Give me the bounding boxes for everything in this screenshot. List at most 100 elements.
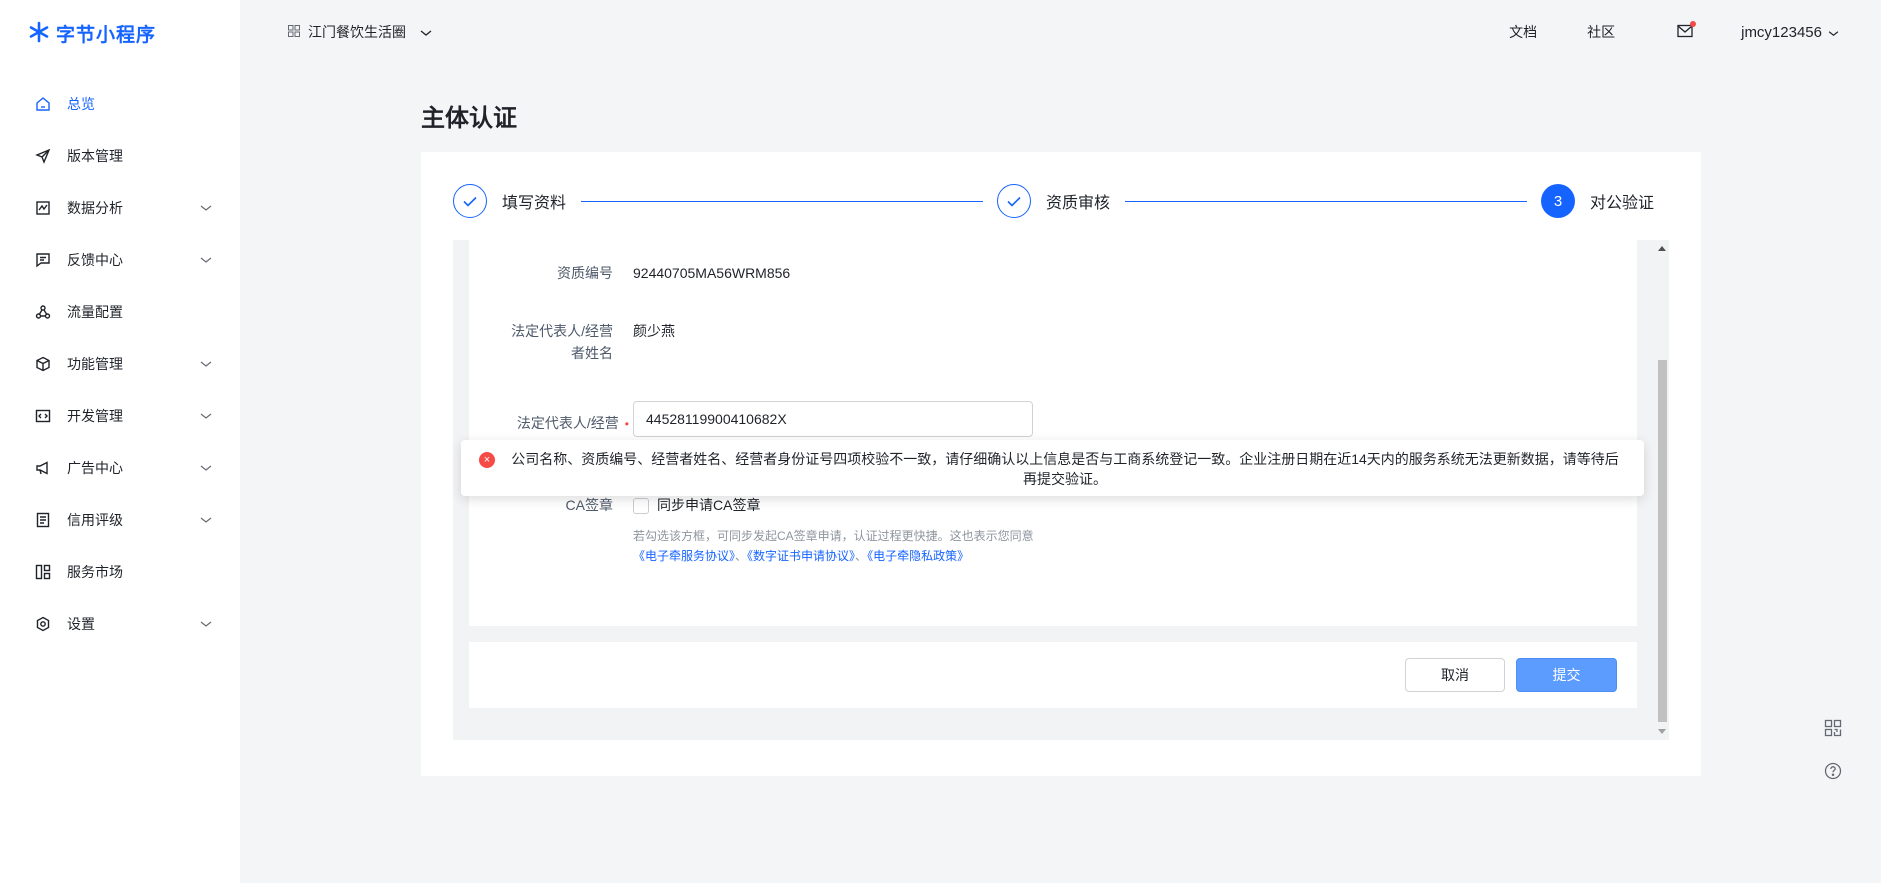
error-message: 公司名称、资质编号、经营者姓名、经营者身份证号四项校验不一致，请仔细确认以上信息…	[511, 451, 1619, 487]
sidebar-item-label: 反馈中心	[67, 252, 123, 268]
community-link[interactable]: 社区	[1587, 22, 1615, 42]
qrcode-icon[interactable]	[1818, 713, 1848, 743]
scroll-down-arrow[interactable]	[1658, 729, 1666, 734]
sidebar-item-settings[interactable]: 设置	[0, 598, 240, 650]
logo[interactable]: 字节小程序	[28, 20, 156, 47]
docs-link[interactable]: 文档	[1509, 22, 1537, 42]
action-panel: 取消 提交	[469, 642, 1637, 708]
field-label: 资质编号	[557, 265, 613, 281]
sidebar-item-overview[interactable]: 总览	[0, 78, 240, 130]
document-icon	[34, 511, 52, 529]
help-icon[interactable]	[1818, 756, 1848, 786]
form-panel: 资质编号 92440705MA56WRM856 法定代表人/经营 者姓名 颜少燕…	[469, 240, 1637, 626]
agreement-link-certificate[interactable]: 《数字证书申请协议》	[747, 549, 855, 563]
megaphone-icon	[34, 459, 52, 477]
sidebar-item-features[interactable]: 功能管理	[0, 338, 240, 390]
sidebar-item-credit[interactable]: 信用评级	[0, 494, 240, 546]
chevron-down-icon	[420, 24, 432, 40]
chevron-down-icon	[200, 355, 212, 371]
step-2: 资质审核	[997, 184, 1110, 218]
ca-checkbox[interactable]	[633, 498, 649, 514]
sidebar-item-label: 功能管理	[67, 356, 123, 372]
step-label: 资质审核	[1046, 195, 1111, 212]
field-label: CA签章	[565, 497, 613, 513]
app-switcher[interactable]: 江门餐饮生活圈	[288, 22, 432, 42]
field-label: 者姓名	[571, 345, 613, 361]
sidebar-nav: 总览 版本管理 数据分析 反馈中心 流量配置 功能管理 开发管理 广告中心 信用…	[0, 78, 240, 650]
home-icon	[34, 95, 52, 113]
check-icon	[453, 184, 487, 218]
link-separator: 、	[735, 549, 748, 563]
app-name: 江门餐饮生活圈	[308, 24, 406, 40]
error-toast: × 公司名称、资质编号、经营者姓名、经营者身份证号四项校验不一致，请仔细确认以上…	[461, 440, 1644, 496]
submit-button[interactable]: 提交	[1516, 658, 1617, 692]
ca-hint: 若勾选该方框，可同步发起CA签章申请，认证过程更快捷。这也表示您同意	[633, 529, 1034, 543]
chevron-down-icon	[200, 199, 212, 215]
field-label: 法定代表人/经营 •	[469, 412, 629, 435]
sidebar-item-feedback[interactable]: 反馈中心	[0, 234, 240, 286]
mail-icon[interactable]	[1677, 20, 1697, 41]
chevron-down-icon	[200, 407, 212, 423]
field-label: 法定代表人/经营	[511, 323, 613, 339]
sidebar-item-ads[interactable]: 广告中心	[0, 442, 240, 494]
sidebar-item-label: 开发管理	[67, 408, 123, 424]
legal-name-value: 颜少燕	[633, 323, 675, 339]
grid-icon	[34, 563, 52, 581]
chevron-down-icon	[200, 615, 212, 631]
chevron-down-icon	[200, 459, 212, 475]
sidebar-item-label: 广告中心	[67, 460, 123, 476]
agreement-links: 《电子牵服务协议》、《数字证书申请协议》、《电子牵隐私政策》	[633, 546, 969, 566]
error-icon: ×	[479, 452, 495, 468]
user-menu[interactable]: jmcy123456	[1741, 24, 1839, 41]
chevron-down-icon	[200, 251, 212, 267]
cube-icon	[34, 355, 52, 373]
sidebar-item-version[interactable]: 版本管理	[0, 130, 240, 182]
username: jmcy123456	[1741, 23, 1822, 41]
step-3: 3 对公验证	[1541, 184, 1654, 218]
sidebar-item-label: 总览	[67, 96, 95, 112]
qualification-no-value: 92440705MA56WRM856	[633, 265, 791, 281]
legal-id-input[interactable]: 44528119900410682X	[633, 401, 1033, 437]
page-title: 主体认证	[421, 105, 517, 132]
required-mark: •	[624, 417, 629, 431]
sidebar-item-analytics[interactable]: 数据分析	[0, 182, 240, 234]
share-icon	[34, 303, 52, 321]
sidebar-item-market[interactable]: 服务市场	[0, 546, 240, 598]
logo-icon	[28, 21, 50, 46]
step-1: 填写资料	[453, 184, 566, 218]
steps: 填写资料 资质审核 3 对公验证	[453, 184, 1661, 220]
sidebar-item-label: 流量配置	[67, 304, 123, 320]
sidebar-item-label: 设置	[67, 616, 95, 632]
message-icon	[34, 251, 52, 269]
scroll-up-arrow[interactable]	[1658, 246, 1666, 251]
cancel-button[interactable]: 取消	[1405, 658, 1505, 692]
step-connector	[581, 201, 983, 202]
step-label: 填写资料	[502, 195, 567, 212]
sidebar-item-label: 服务市场	[67, 564, 123, 580]
agreement-link-service[interactable]: 《电子牵服务协议》	[633, 549, 735, 563]
settings-icon	[34, 615, 52, 633]
chevron-down-icon	[1828, 24, 1839, 41]
step-number: 3	[1541, 184, 1575, 218]
scroll-thumb[interactable]	[1658, 360, 1667, 722]
sidebar-item-dev[interactable]: 开发管理	[0, 390, 240, 442]
field-label-text: 法定代表人/经营	[516, 415, 619, 431]
code-icon	[34, 407, 52, 425]
logo-text: 字节小程序	[56, 25, 157, 46]
sidebar-item-traffic[interactable]: 流量配置	[0, 286, 240, 338]
check-icon	[997, 184, 1031, 218]
sidebar-item-label: 版本管理	[67, 148, 123, 164]
notification-dot	[1690, 20, 1697, 27]
sidebar: 字节小程序 总览 版本管理 数据分析 反馈中心 流量配置 功能管理 开发管理 广…	[0, 0, 240, 883]
step-label: 对公验证	[1590, 195, 1655, 212]
chart-icon	[34, 199, 52, 217]
apps-icon	[288, 24, 300, 40]
top-header: 江门餐饮生活圈 文档 社区 jmcy123456	[240, 0, 1881, 64]
scrollbar[interactable]	[1655, 240, 1669, 740]
send-icon	[34, 147, 52, 165]
step-connector	[1125, 201, 1527, 202]
header-actions: 文档 社区 jmcy123456	[1459, 20, 1839, 42]
agreement-link-privacy[interactable]: 《电子牵隐私政策》	[867, 549, 969, 563]
sidebar-item-label: 数据分析	[67, 200, 123, 216]
ca-checkbox-label[interactable]: 同步申请CA签章	[657, 494, 760, 516]
